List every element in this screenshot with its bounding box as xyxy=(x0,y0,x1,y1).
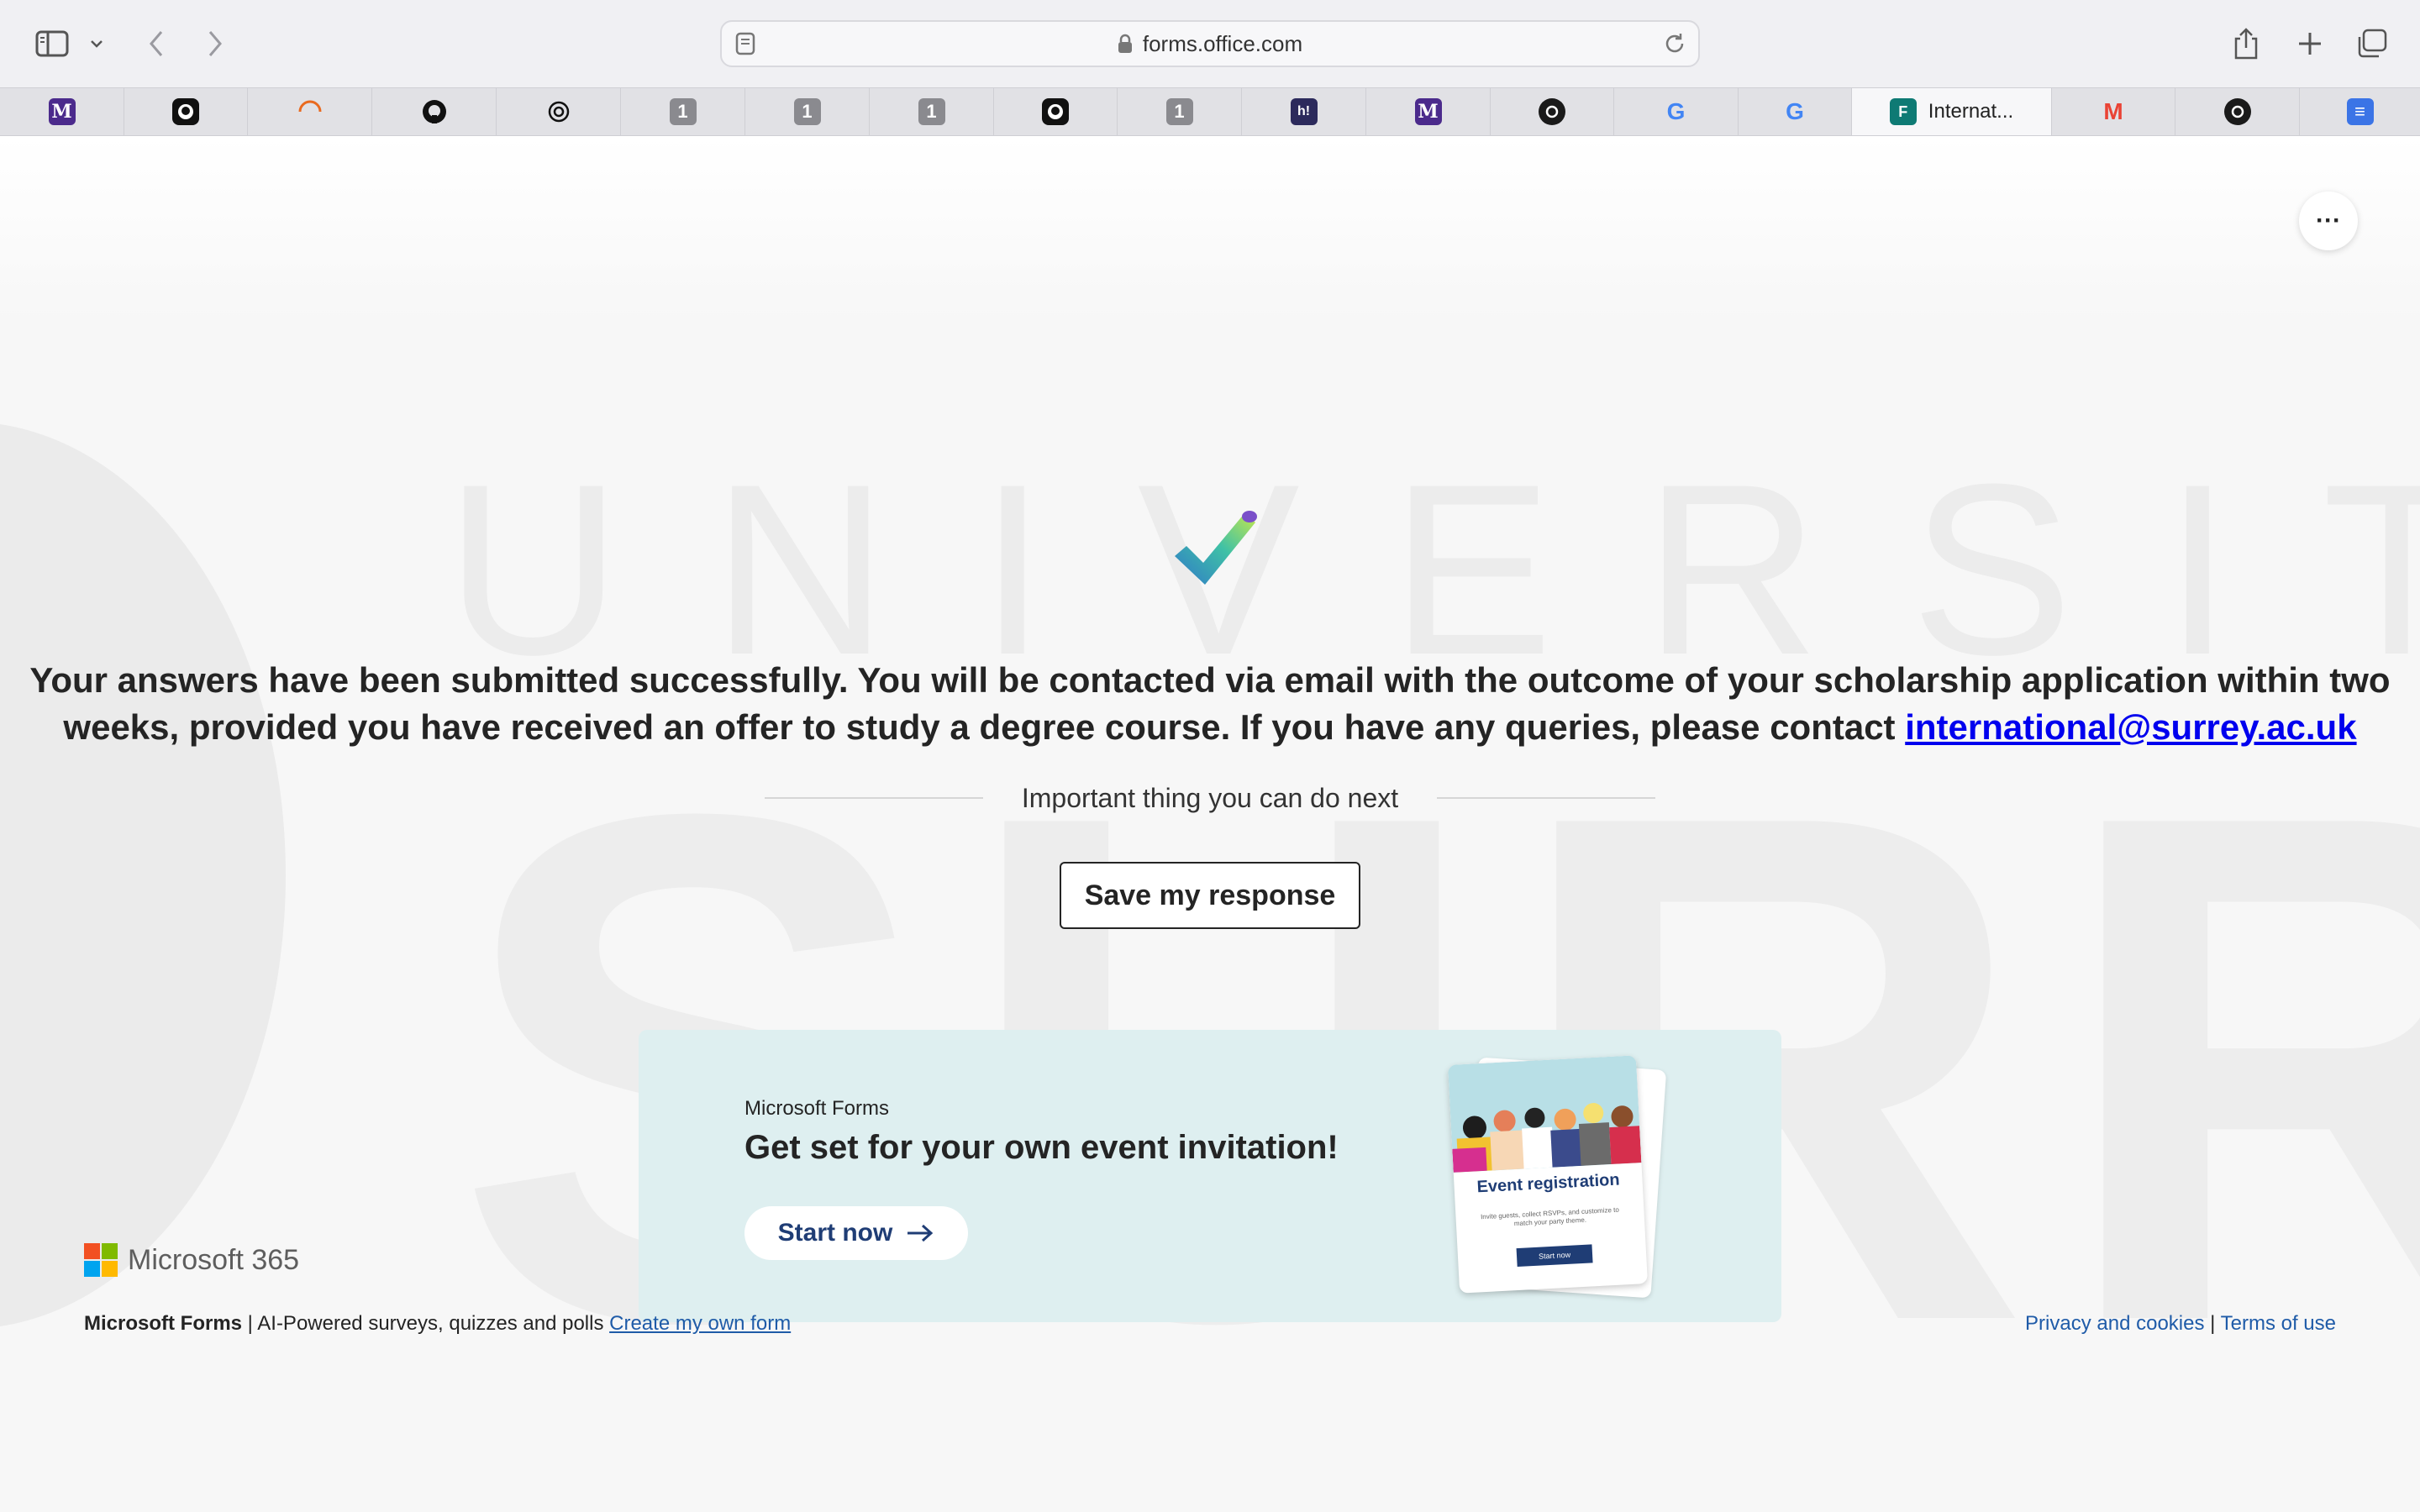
submission-message: Your answers have been submitted success… xyxy=(8,657,2412,751)
microsoft-365-logo: Microsoft 365 xyxy=(84,1243,299,1277)
loading-icon xyxy=(297,98,324,125)
footer-right: Privacy and cookies | Terms of use xyxy=(2025,1312,2336,1336)
footer-product: Microsoft Forms xyxy=(84,1312,243,1335)
next-steps-label: Important thing you can do next xyxy=(1021,782,1399,813)
microsoft-365-label: Microsoft 365 xyxy=(128,1243,300,1276)
more-options-button[interactable]: ··· xyxy=(2299,192,2358,250)
sidebar-menu-button[interactable] xyxy=(86,18,108,69)
onepassword-icon: 1 xyxy=(793,98,821,125)
promo-banner: Microsoft Forms Get set for your own eve… xyxy=(639,1030,1781,1322)
onepassword-icon: 1 xyxy=(1165,98,1193,125)
tab-title: Internat... xyxy=(1928,100,2014,123)
tab-11[interactable]: h! xyxy=(1242,88,1366,135)
sidebar-toggle-button[interactable] xyxy=(30,18,74,69)
save-response-button[interactable]: Save my response xyxy=(1060,862,1360,929)
tab-19[interactable]: ≡ xyxy=(2300,88,2420,135)
share-icon xyxy=(2234,28,2258,60)
cursor-icon xyxy=(2223,98,2251,125)
forward-button[interactable] xyxy=(198,18,232,69)
forward-arrow-icon xyxy=(208,31,222,56)
card-title: Event registration xyxy=(1476,1170,1621,1197)
lock-icon xyxy=(1118,34,1132,53)
divider-line xyxy=(1437,797,1656,799)
tab-3[interactable] xyxy=(248,88,372,135)
tab-12[interactable]: M xyxy=(1366,88,1491,135)
tab-13[interactable] xyxy=(1491,88,1614,135)
tab-18[interactable] xyxy=(2175,88,2300,135)
forms-icon: F xyxy=(1889,98,1917,125)
google-icon: G xyxy=(1786,98,1804,124)
plus-icon xyxy=(2299,33,2321,55)
event-template-card: Event registration Invite guests, collec… xyxy=(1448,1055,1648,1294)
address-bar[interactable]: forms.office.com xyxy=(720,20,1700,67)
reload-icon[interactable] xyxy=(1663,32,1686,55)
card-subtitle: Invite guests, collect RSVPs, and custom… xyxy=(1480,1205,1620,1228)
medium-icon: M xyxy=(48,98,76,125)
terms-link[interactable]: Terms of use xyxy=(2221,1312,2336,1335)
google-icon: G xyxy=(1666,98,1686,124)
github-icon xyxy=(1042,98,1069,125)
browser-toolbar: forms.office.com xyxy=(0,0,2420,87)
github-icon xyxy=(421,98,448,125)
tab-overview-button[interactable] xyxy=(2353,18,2391,69)
contact-email-link[interactable]: international@surrey.ac.uk xyxy=(1905,707,2356,747)
openai-icon xyxy=(545,98,572,125)
tab-10[interactable]: 1 xyxy=(1118,88,1242,135)
back-button[interactable] xyxy=(139,18,173,69)
divider-line xyxy=(764,797,983,799)
watermark-crest xyxy=(0,422,286,1329)
start-now-label: Start now xyxy=(777,1219,893,1247)
footer-left: Microsoft Forms | AI-Powered surveys, qu… xyxy=(84,1312,791,1336)
onepassword-icon: 1 xyxy=(918,98,945,125)
tab-17[interactable]: M xyxy=(2052,88,2175,135)
tab-4[interactable] xyxy=(372,88,497,135)
new-tab-button[interactable] xyxy=(2291,18,2329,69)
tab-8[interactable]: 1 xyxy=(870,88,994,135)
tab-1[interactable]: M xyxy=(0,88,124,135)
arrow-right-icon xyxy=(908,1224,934,1242)
microsoft-logo-icon xyxy=(84,1243,118,1277)
tab-5[interactable] xyxy=(497,88,621,135)
gmail-icon: M xyxy=(2103,98,2123,124)
tab-7[interactable]: 1 xyxy=(745,88,870,135)
sidebar-icon xyxy=(35,30,69,57)
onepassword-icon: 1 xyxy=(669,98,697,125)
address-text: forms.office.com xyxy=(1142,30,1303,56)
tab-overview-icon xyxy=(2358,29,2387,58)
checkmark-icon xyxy=(1175,511,1257,585)
forms-page: UNIVERSITY SURREY ··· Your answers have … xyxy=(0,136,2420,1512)
tab-6[interactable]: 1 xyxy=(621,88,745,135)
event-illustration xyxy=(1448,1055,1642,1173)
github-icon xyxy=(172,98,199,125)
share-button[interactable] xyxy=(2227,18,2265,69)
chevron-down-icon xyxy=(91,40,103,48)
cursor-icon xyxy=(1539,98,1565,125)
tab-2[interactable] xyxy=(124,88,248,135)
promo-title: Get set for your own event invitation! xyxy=(744,1129,1339,1166)
footer-separator: | xyxy=(2204,1312,2221,1335)
create-form-link[interactable]: Create my own form xyxy=(609,1312,791,1335)
tab-9[interactable] xyxy=(994,88,1118,135)
next-steps-divider: Important thing you can do next xyxy=(756,781,1664,815)
medium-icon: M xyxy=(1414,98,1442,125)
tab-14[interactable]: G xyxy=(1614,88,1739,135)
tab-15[interactable]: G xyxy=(1739,88,1852,135)
docs-icon: ≡ xyxy=(2346,98,2374,125)
start-now-button[interactable]: Start now xyxy=(744,1206,968,1260)
tab-16-active[interactable]: F Internat... xyxy=(1852,88,2052,135)
privacy-link[interactable]: Privacy and cookies xyxy=(2025,1312,2204,1335)
tab-strip: M 1 1 1 1 h! M G G F Internat... M ≡ xyxy=(0,87,2420,136)
back-arrow-icon xyxy=(150,31,163,56)
card-start-button: Start now xyxy=(1516,1244,1593,1268)
footer-tagline: | AI-Powered surveys, quizzes and polls xyxy=(242,1312,610,1335)
hashnode-icon: h! xyxy=(1290,98,1318,125)
promo-brand: Microsoft Forms xyxy=(744,1097,890,1120)
